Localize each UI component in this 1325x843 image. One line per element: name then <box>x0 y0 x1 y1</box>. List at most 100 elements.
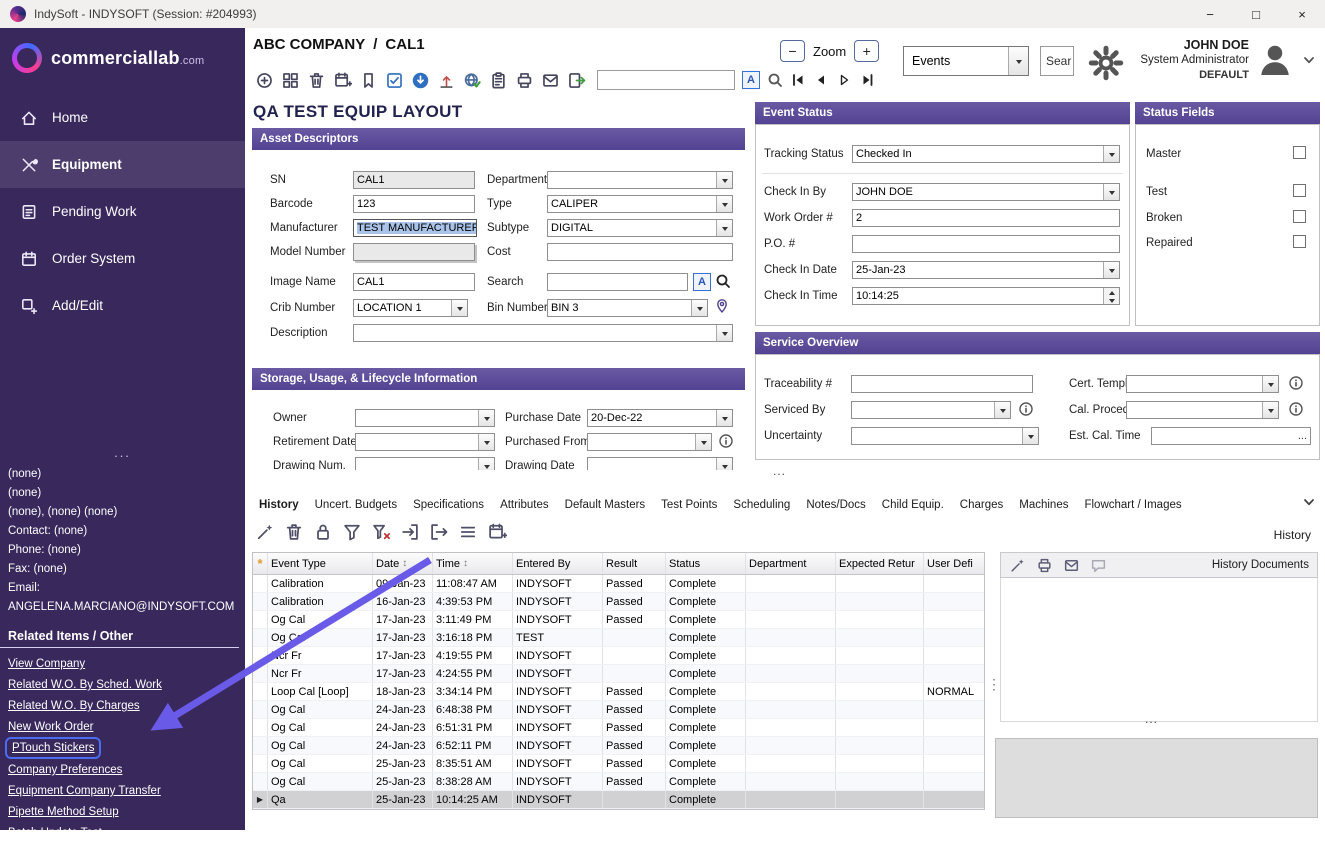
sidebar-menu-item[interactable]: Home <box>0 94 245 141</box>
sn-field[interactable]: CAL1 <box>353 171 475 189</box>
detail-tab[interactable]: Test Points <box>654 496 724 514</box>
history-row[interactable]: Og Cal17-Jan-233:11:49 PMINDYSOFTPassedC… <box>253 611 984 629</box>
email-icon[interactable] <box>1063 557 1080 574</box>
detail-tab[interactable]: Specifications <box>406 496 491 514</box>
history-row[interactable]: Ncr Fr17-Jan-234:19:55 PMINDYSOFTComplet… <box>253 647 984 665</box>
nav-last-icon[interactable] <box>859 72 875 88</box>
nav-next-icon[interactable] <box>836 72 852 88</box>
description-select[interactable] <box>353 324 733 342</box>
tracking-status-select[interactable]: Checked In <box>852 145 1120 163</box>
detail-tab[interactable]: Flowchart / Images <box>1077 496 1188 514</box>
close-button[interactable]: × <box>1279 0 1325 28</box>
export-icon[interactable] <box>567 71 586 90</box>
tabs-chevron-down-icon[interactable] <box>1301 494 1317 510</box>
sort-icon[interactable]: ↕ <box>463 558 468 569</box>
purchased-from-select[interactable] <box>587 433 712 451</box>
history-row[interactable]: Og Cal25-Jan-238:38:28 AMINDYSOFTPassedC… <box>253 773 984 791</box>
docs-expand-handle[interactable]: ... <box>1145 712 1158 726</box>
repaired-checkbox[interactable] <box>1293 235 1306 248</box>
list-icon[interactable] <box>458 522 478 542</box>
owner-select[interactable] <box>355 409 495 427</box>
cost-field[interactable] <box>547 243 733 261</box>
column-header[interactable]: Status <box>666 553 746 574</box>
sidebar-menu-item[interactable]: Pending Work <box>0 188 245 235</box>
delete-icon[interactable] <box>307 71 326 90</box>
web-icon[interactable] <box>463 71 482 90</box>
layout-icon[interactable] <box>281 71 300 90</box>
related-link[interactable]: View Company <box>8 658 85 670</box>
history-row[interactable]: Og Cal25-Jan-238:35:51 AMINDYSOFTPassedC… <box>253 755 984 773</box>
check-in-time-spinner[interactable]: 10:14:25 <box>852 287 1120 305</box>
column-header[interactable]: Expected Retur <box>836 553 924 574</box>
master-checkbox[interactable] <box>1293 146 1306 159</box>
sidebar-menu-item[interactable]: Order System <box>0 235 245 282</box>
info-icon[interactable] <box>1288 401 1304 417</box>
test-checkbox[interactable] <box>1293 184 1306 197</box>
sidebar-menu-item[interactable]: Equipment <box>0 141 245 188</box>
cal-procedure-select[interactable] <box>1126 401 1279 419</box>
maximize-button[interactable]: □ <box>1233 0 1279 28</box>
gear-icon[interactable] <box>1087 44 1125 82</box>
schedule-icon[interactable] <box>487 522 507 542</box>
purchase-date-select[interactable]: 20-Dec-22 <box>587 409 733 427</box>
filter-icon[interactable] <box>342 522 362 542</box>
detail-tab[interactable]: Notes/Docs <box>799 496 872 514</box>
traceability-field[interactable] <box>851 375 1033 393</box>
related-link[interactable]: PTouch Stickers <box>12 742 94 754</box>
wand-icon[interactable] <box>255 522 275 542</box>
column-header[interactable]: User Defi <box>924 553 986 574</box>
asset-search-field[interactable] <box>547 273 688 291</box>
retirement-date-select[interactable] <box>355 433 495 451</box>
detail-tab[interactable]: Attributes <box>493 496 556 514</box>
breadcrumb-company[interactable]: ABC COMPANY <box>253 36 365 53</box>
detail-tab[interactable]: Charges <box>953 496 1010 514</box>
drawing-date-select[interactable] <box>587 457 733 470</box>
delete-icon[interactable] <box>284 522 304 542</box>
comment-icon[interactable] <box>1090 557 1107 574</box>
tasks-icon[interactable] <box>385 71 404 90</box>
events-dropdown-arrow[interactable] <box>1008 47 1028 75</box>
est-cal-time-field[interactable]: ... <box>1151 427 1311 445</box>
search-box-clipped[interactable]: Sear <box>1040 46 1074 76</box>
column-header[interactable]: Result <box>603 553 666 574</box>
model-number-field[interactable] <box>353 243 475 261</box>
user-info[interactable]: JOHN DOE System Administrator DEFAULT <box>1140 38 1249 83</box>
check-in-by-select[interactable]: JOHN DOE <box>852 183 1120 201</box>
info-icon[interactable] <box>1288 375 1304 391</box>
broken-checkbox[interactable] <box>1293 210 1306 223</box>
column-header[interactable]: Time↕ <box>433 553 513 574</box>
image-name-field[interactable]: CAL1 <box>353 273 475 291</box>
zoom-in-button[interactable]: + <box>854 40 879 62</box>
check-out-icon[interactable] <box>437 71 456 90</box>
nav-prev-icon[interactable] <box>813 72 829 88</box>
spinner-down[interactable] <box>1104 297 1119 305</box>
history-row[interactable]: Calibration09-Jan-2311:08:47 AMINDYSOFTP… <box>253 575 984 593</box>
history-row[interactable]: Og Cal24-Jan-236:48:38 PMINDYSOFTPassedC… <box>253 701 984 719</box>
history-row[interactable]: Og Cal24-Jan-236:52:11 PMINDYSOFTPassedC… <box>253 737 984 755</box>
column-header[interactable]: Event Type <box>268 553 373 574</box>
user-menu-chevron-down-icon[interactable] <box>1301 52 1317 68</box>
manufacturer-field[interactable]: TEST MANUFACTURER <box>353 219 477 237</box>
search-icon[interactable] <box>715 273 731 289</box>
work-order-field[interactable]: 2 <box>852 209 1120 227</box>
history-row[interactable]: Calibration16-Jan-234:39:53 PMINDYSOFTPa… <box>253 593 984 611</box>
detail-tab[interactable]: History <box>252 496 306 514</box>
bin-number-select[interactable]: BIN 3 <box>547 299 708 317</box>
breadcrumb-item[interactable]: CAL1 <box>385 36 424 53</box>
detail-tab[interactable]: Scheduling <box>726 496 797 514</box>
sort-icon[interactable]: ↕ <box>402 558 407 569</box>
minimize-button[interactable]: − <box>1187 0 1233 28</box>
clear-filter-icon[interactable] <box>371 522 391 542</box>
serviced-by-select[interactable] <box>851 401 1011 419</box>
avatar[interactable] <box>1255 40 1295 80</box>
related-link[interactable]: Batch Update Test <box>8 827 102 839</box>
bookmark-icon[interactable] <box>359 71 378 90</box>
history-row[interactable]: Og Cal17-Jan-233:16:18 PMTESTComplete <box>253 629 984 647</box>
lock-icon[interactable] <box>313 522 333 542</box>
toolbar-search-input[interactable] <box>597 70 735 90</box>
font-toggle-button[interactable]: A <box>742 71 760 89</box>
subtype-select[interactable]: DIGITAL <box>547 219 733 237</box>
column-header[interactable]: Department <box>746 553 836 574</box>
history-row[interactable]: Ncr Fr17-Jan-234:24:55 PMINDYSOFTComplet… <box>253 665 984 683</box>
related-link[interactable]: Company Preferences <box>8 764 122 776</box>
